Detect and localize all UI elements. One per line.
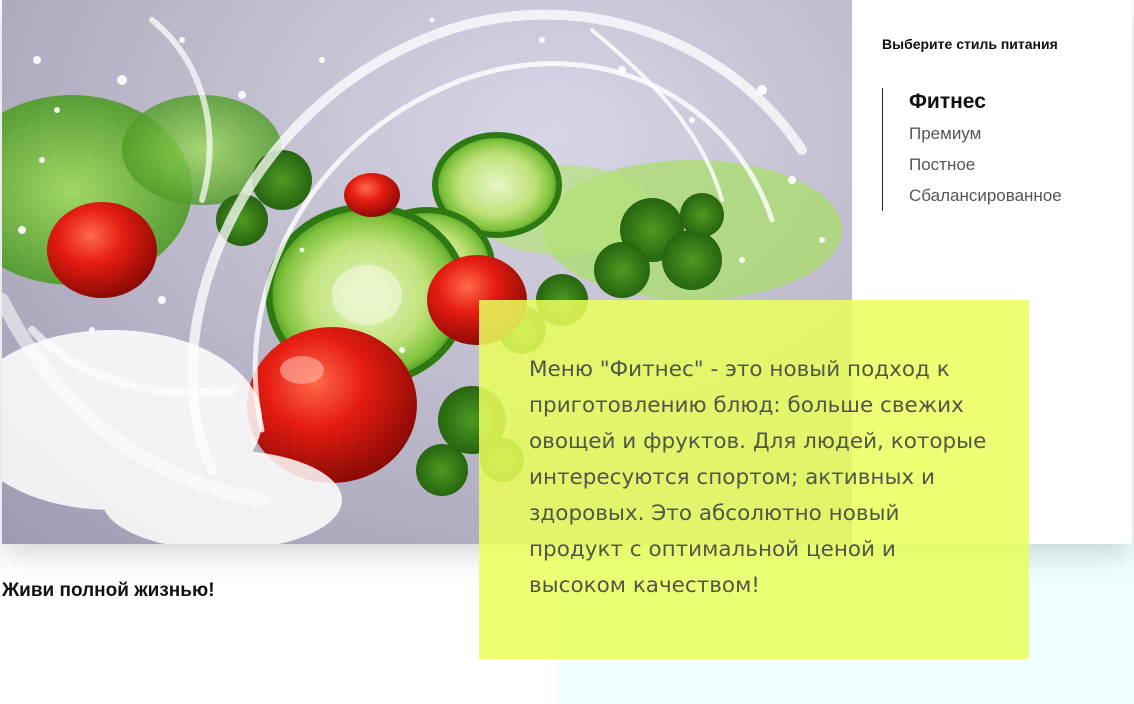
menu-description-box: Меню "Фитнес" - это новый подход к приго… <box>479 300 1029 659</box>
diet-style-selector: Выберите стиль питания Фитнес Премиум По… <box>882 36 1122 211</box>
diet-style-lenten[interactable]: Постное <box>909 149 1122 180</box>
menu-description-text: Меню "Фитнес" - это новый подход к приго… <box>529 357 987 598</box>
diet-style-title: Выберите стиль питания <box>882 36 1058 52</box>
diet-style-list: Фитнес Премиум Постное Сбалансированное <box>882 88 1122 211</box>
diet-style-balanced[interactable]: Сбалансированное <box>909 180 1122 211</box>
page: Выберите стиль питания Фитнес Премиум По… <box>0 0 1134 704</box>
tagline: Живи полной жизнью! <box>2 580 215 601</box>
diet-style-fitness[interactable]: Фитнес <box>909 88 1122 115</box>
diet-style-premium[interactable]: Премиум <box>909 118 1122 149</box>
